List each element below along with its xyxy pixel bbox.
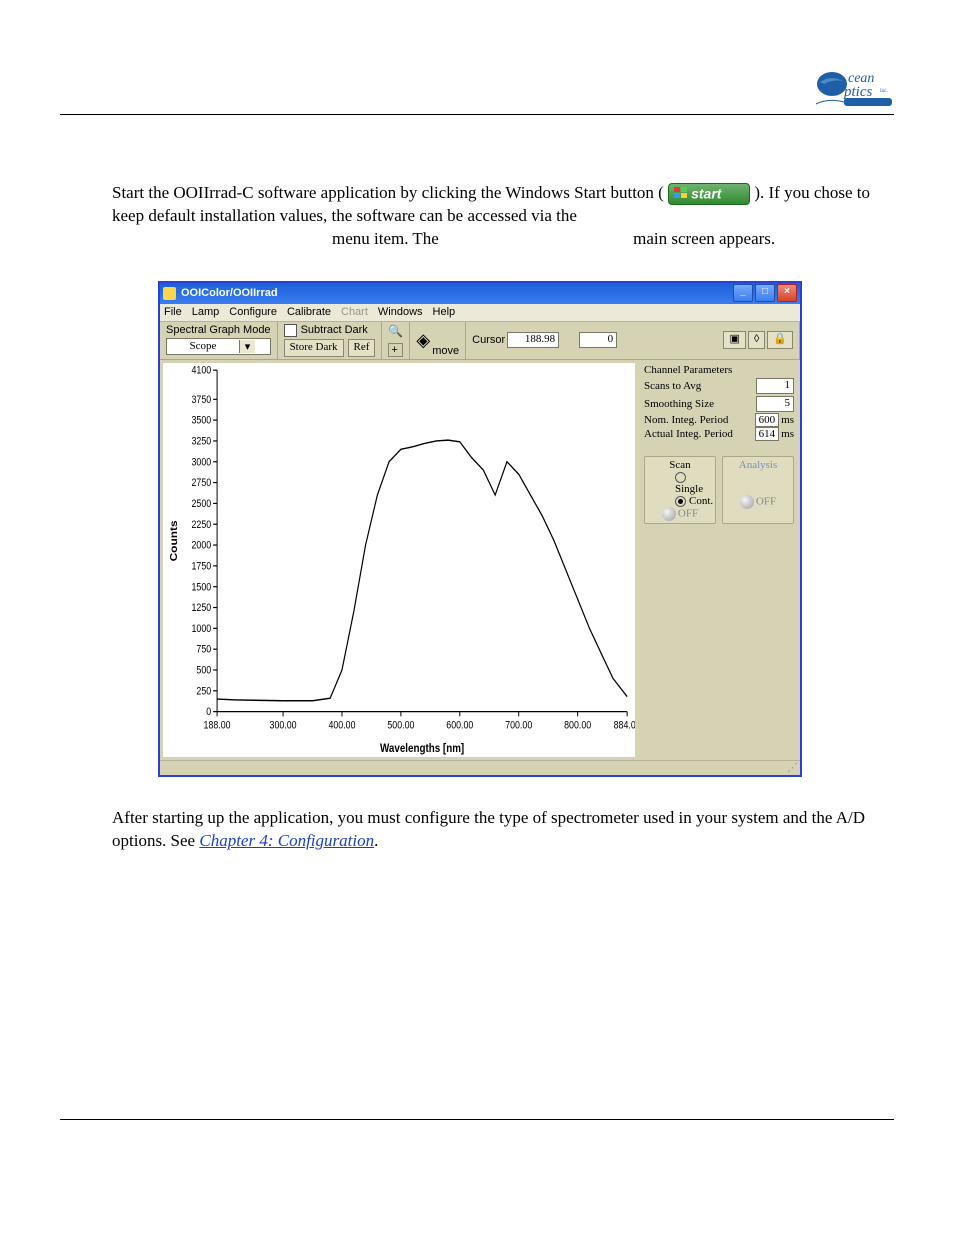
app-icon bbox=[163, 287, 176, 300]
svg-text:700.00: 700.00 bbox=[505, 720, 533, 732]
actual-integ-value: 614 bbox=[755, 427, 780, 441]
analysis-panel: Analysis OFF bbox=[722, 456, 794, 524]
move-diamond-icon[interactable]: ◈ bbox=[416, 330, 430, 351]
svg-text:4100: 4100 bbox=[192, 365, 212, 377]
svg-text:Counts: Counts bbox=[169, 520, 180, 561]
footer-rule bbox=[60, 1119, 894, 1120]
svg-text:2750: 2750 bbox=[192, 477, 212, 489]
menu-help[interactable]: Help bbox=[433, 306, 456, 318]
svg-text:500.00: 500.00 bbox=[387, 720, 415, 732]
channel-params-title: Channel Parameters bbox=[644, 364, 794, 376]
svg-text:750: 750 bbox=[196, 644, 211, 656]
spectral-mode-label: Spectral Graph Mode bbox=[166, 324, 271, 336]
svg-text:2250: 2250 bbox=[192, 519, 212, 531]
toolbar: Spectral Graph Mode Scope▾ Subtract Dark… bbox=[160, 322, 800, 360]
svg-text:0: 0 bbox=[206, 706, 211, 718]
window-title: OOIColor/OOIIrrad bbox=[181, 287, 278, 299]
svg-text:3250: 3250 bbox=[192, 436, 212, 448]
scan-panel: Scan Single Cont. OFF bbox=[644, 456, 716, 524]
svg-text:1250: 1250 bbox=[192, 602, 212, 614]
svg-text:3750: 3750 bbox=[192, 394, 212, 406]
header-rule bbox=[60, 114, 894, 115]
scans-to-avg-input[interactable]: 1 bbox=[756, 378, 794, 394]
side-panel: Channel Parameters Scans to Avg 1 Smooth… bbox=[638, 360, 800, 760]
svg-text:3000: 3000 bbox=[192, 457, 212, 469]
spectral-mode-dropdown[interactable]: Scope▾ bbox=[166, 338, 271, 355]
paragraph-2: After starting up the application, you m… bbox=[112, 807, 894, 853]
cursor-label: Cursor bbox=[472, 334, 505, 346]
svg-text:1750: 1750 bbox=[192, 561, 212, 573]
svg-text:400.00: 400.00 bbox=[328, 720, 356, 732]
chevron-down-icon: ▾ bbox=[239, 340, 255, 353]
toolbar-btn-1[interactable]: ▣ bbox=[723, 331, 745, 349]
scan-knob-icon[interactable] bbox=[662, 507, 676, 521]
toolbar-btn-2[interactable]: ◊ bbox=[748, 331, 765, 349]
svg-text:500: 500 bbox=[196, 665, 211, 677]
analysis-knob-icon[interactable] bbox=[740, 495, 754, 509]
titlebar[interactable]: OOIColor/OOIIrrad _ □ × bbox=[160, 283, 800, 304]
windows-start-button: start bbox=[668, 183, 750, 205]
menu-calibrate[interactable]: Calibrate bbox=[287, 306, 331, 318]
svg-text:800.00: 800.00 bbox=[564, 720, 592, 732]
subtract-dark-checkbox[interactable] bbox=[284, 324, 297, 337]
cont-radio[interactable] bbox=[675, 496, 686, 507]
smoothing-size-input[interactable]: 5 bbox=[756, 396, 794, 412]
menu-file[interactable]: File bbox=[164, 306, 182, 318]
toolbar-btn-3[interactable]: 🔒 bbox=[767, 331, 793, 349]
nom-integ-input[interactable]: 600 bbox=[755, 413, 780, 427]
svg-text:3500: 3500 bbox=[192, 415, 212, 427]
spectrum-plot: 0 250 500 750 1000 1250 1500 1750 2000 2250 2500 27… bbox=[163, 363, 635, 757]
svg-text:188.00: 188.00 bbox=[204, 720, 232, 732]
svg-text:1000: 1000 bbox=[192, 623, 212, 635]
svg-text:250: 250 bbox=[196, 686, 211, 698]
svg-text:300.00: 300.00 bbox=[270, 720, 298, 732]
cursor-y-value[interactable]: 0 bbox=[579, 332, 617, 348]
minimize-button[interactable]: _ bbox=[733, 284, 753, 302]
resize-grip-icon[interactable]: ⋰ bbox=[160, 760, 800, 775]
app-window: OOIColor/OOIIrrad _ □ × File Lamp Config… bbox=[158, 281, 802, 777]
ref-button[interactable]: Ref bbox=[348, 339, 376, 357]
single-radio[interactable] bbox=[675, 472, 686, 483]
start-label: start bbox=[691, 185, 721, 201]
chapter-4-link[interactable]: Chapter 4: Configuration bbox=[199, 831, 374, 850]
cursor-x-value[interactable]: 188.98 bbox=[507, 332, 559, 348]
svg-text:884.00: 884.00 bbox=[614, 720, 635, 732]
menu-chart: Chart bbox=[341, 306, 368, 318]
svg-text:2500: 2500 bbox=[192, 498, 212, 510]
svg-text:Wavelengths [nm]: Wavelengths [nm] bbox=[380, 742, 465, 755]
menubar: File Lamp Configure Calibrate Chart Wind… bbox=[160, 304, 800, 322]
menu-windows[interactable]: Windows bbox=[378, 306, 423, 318]
plus-icon[interactable]: + bbox=[388, 343, 403, 357]
menu-configure[interactable]: Configure bbox=[229, 306, 277, 318]
close-button[interactable]: × bbox=[777, 284, 797, 302]
menu-lamp[interactable]: Lamp bbox=[192, 306, 220, 318]
svg-text:600.00: 600.00 bbox=[446, 720, 474, 732]
paragraph-1: Start the OOIIrrad-C software applicatio… bbox=[112, 182, 894, 251]
svg-text:Inc.: Inc. bbox=[880, 89, 888, 94]
store-dark-button[interactable]: Store Dark bbox=[284, 339, 344, 357]
svg-text:1500: 1500 bbox=[192, 582, 212, 594]
windows-flag-icon bbox=[673, 186, 689, 200]
svg-text:ptics: ptics bbox=[843, 84, 872, 100]
ocean-optics-logo: cean ptics Inc. bbox=[814, 68, 894, 112]
zoom-icon[interactable]: 🔍 bbox=[388, 324, 403, 338]
svg-text:2000: 2000 bbox=[192, 540, 212, 552]
maximize-button[interactable]: □ bbox=[755, 284, 775, 302]
